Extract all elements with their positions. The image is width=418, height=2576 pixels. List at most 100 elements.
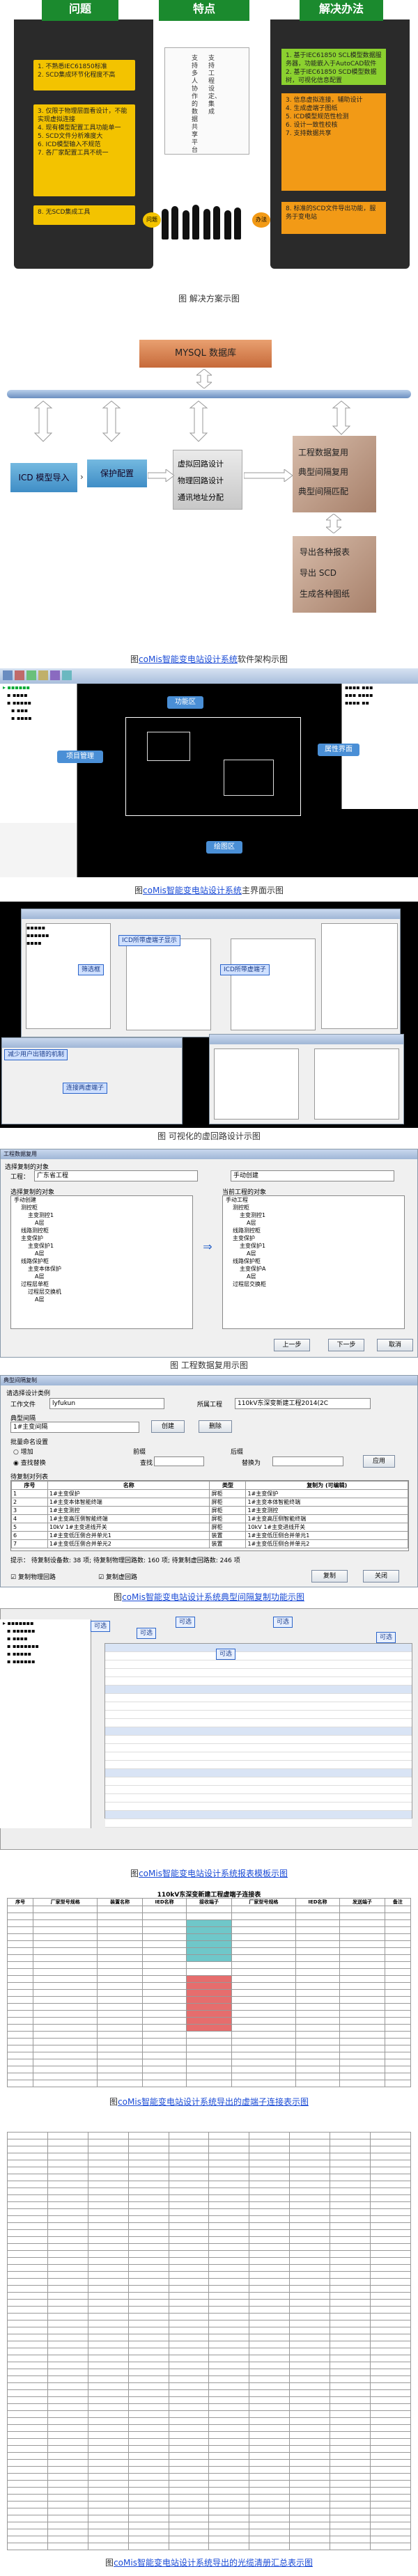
grid-row[interactable] (105, 1752, 412, 1761)
table-row (7, 2236, 411, 2244)
table-row (7, 2403, 411, 2411)
solution-box-2: 3. 信息虚拟连接，辅助设计 4. 生成虚端子图纸 5. ICD模型规范性检测 … (281, 93, 386, 191)
table-cell: 4 (11, 1514, 48, 1523)
table-row (7, 2201, 411, 2209)
table-cell[interactable]: 1#主变保护 (245, 1489, 408, 1498)
next-button[interactable]: 下一步 (328, 1339, 364, 1351)
solution-item: 6. 设计一致性校核 (286, 122, 338, 129)
table-row[interactable]: 2 1#主变本体智能终端 屏柜 1#主变本体智能终端 (11, 1498, 408, 1507)
icd-import-box: ICD 模型导入 (10, 463, 77, 492)
table-cell[interactable]: 1#主变高压侧智能终端 (245, 1514, 408, 1523)
table-row (7, 2438, 411, 2446)
project-select[interactable]: 广东省工程 (34, 1170, 198, 1181)
grid-row[interactable] (105, 1660, 412, 1669)
copy-tree[interactable]: 手动创建 测控柜 主变测控1 A层 线路测控柜 主变保护 主变保护1 A层 线路… (10, 1195, 193, 1329)
export-line: 导出 SCD (300, 568, 337, 578)
find-input[interactable] (154, 1456, 204, 1466)
problem-item: 7. 各厂家配置工具不统一 (38, 150, 109, 157)
cancel-button[interactable]: 取消 (377, 1339, 413, 1351)
target-select[interactable]: 手动创建 (231, 1170, 394, 1181)
caption-project-reuse: 图 工程数据复用示图 (170, 1360, 248, 1370)
grid-row[interactable] (105, 1786, 412, 1794)
grid-row[interactable] (105, 1644, 412, 1652)
db-box: MYSQL 数据库 (139, 340, 272, 368)
callout-optional: 可选 (273, 1617, 293, 1628)
delete-button[interactable]: 删除 (199, 1420, 232, 1433)
table-row (7, 2153, 411, 2160)
close-button[interactable]: 关闭 (363, 1570, 399, 1582)
grid-row[interactable] (105, 1744, 412, 1752)
table-row (7, 2543, 411, 2550)
grid-row[interactable] (105, 1794, 412, 1803)
table-row[interactable]: 6 1#主变低压侧合并单元1 装置 1#主变低压侧合并单元1 (11, 1531, 408, 1540)
table-row[interactable]: 4 1#主变高压侧智能终端 屏柜 1#主变高压侧智能终端 (11, 1514, 408, 1523)
table-row (7, 2222, 411, 2230)
copy-button[interactable]: 复制 (311, 1570, 348, 1582)
prev-button[interactable]: 上一步 (274, 1339, 310, 1351)
grid-row[interactable] (105, 1719, 412, 1727)
table-row (7, 2264, 411, 2272)
check-physical[interactable]: ☑ 复制物理回路 (10, 1572, 56, 1581)
table-row[interactable]: 7 1#主变低压侧合并单元2 装置 1#主变低压侧合并单元2 (11, 1539, 408, 1548)
grid-row[interactable] (105, 1677, 412, 1686)
typical-select[interactable]: 1#主变间隔 (10, 1422, 139, 1433)
grid-row[interactable] (105, 1761, 412, 1769)
grid-row[interactable] (105, 1686, 412, 1694)
grid-row[interactable] (105, 1803, 412, 1811)
grid-row[interactable] (105, 1669, 412, 1677)
grid-row[interactable] (105, 1819, 412, 1828)
apply-button[interactable]: 应用 (363, 1455, 395, 1468)
create-button[interactable]: 创建 (151, 1420, 185, 1433)
problem-item: 8. 无SCD集成工具 (38, 209, 91, 216)
table-cell[interactable]: 10kV 1#主变进线开关 (245, 1523, 408, 1532)
caption-typical-copy: 图coMis智能变电站设计系统典型间隔复制功能示图 (114, 1592, 304, 1602)
table-row (6, 1954, 412, 1962)
radio-add[interactable]: ○ 增加 (13, 1447, 33, 1456)
template-grid[interactable] (104, 1643, 412, 1828)
table-row[interactable]: 5 10kV 1#主变进线开关 屏柜 10kV 1#主变进线开关 (11, 1523, 408, 1532)
grid-row[interactable] (105, 1694, 412, 1702)
table-row (6, 2010, 412, 2018)
project-select[interactable]: 110kV东深变新建工程2014(2C (235, 1398, 371, 1409)
find-label: 查找 (140, 1460, 153, 1467)
target-tree[interactable]: 手动工程 测控柜 主变测控1 A层 线路测控柜 主变保护 主变保护1 A层 线路… (222, 1195, 405, 1329)
table-row[interactable]: 3 1#主变测控 屏柜 1#主变测控 (11, 1506, 408, 1515)
grid-row[interactable] (105, 1777, 412, 1786)
drawing-area[interactable] (125, 717, 301, 816)
radio-replace[interactable]: ◉ 查找替换 (13, 1458, 46, 1467)
problem-item: 4. 现有模型配置工具功能单一 (38, 125, 121, 132)
table-cell[interactable]: 1#主变本体智能终端 (245, 1498, 408, 1507)
table-cell[interactable]: 1#主变低压侧合并单元1 (245, 1531, 408, 1540)
table-row (7, 2445, 411, 2453)
table-cell[interactable]: 1#主变低压侧合并单元2 (245, 1539, 408, 1548)
table-row (7, 2306, 411, 2314)
station-select[interactable]: lyfukun (49, 1398, 164, 1409)
export-line: 生成各种图纸 (300, 589, 350, 599)
project-line: 典型间隔匹配 (298, 487, 349, 496)
col-type: 类型 (209, 1481, 247, 1490)
check-virtual[interactable]: ☑ 复制虚回路 (98, 1572, 137, 1581)
grid-row[interactable] (105, 1711, 412, 1719)
replace-input[interactable] (272, 1456, 343, 1466)
header-problem: 问题 (42, 0, 118, 21)
table-row (7, 2278, 411, 2286)
table-row (6, 2003, 412, 2011)
loop-dialog-3[interactable] (209, 1034, 404, 1124)
table-cell: 1 (11, 1489, 48, 1498)
grid-row[interactable] (105, 1652, 412, 1660)
table-row (7, 2292, 411, 2300)
grid-row[interactable] (105, 1727, 412, 1736)
ribbon-toolbar[interactable] (0, 668, 418, 684)
table-cell: 5 (11, 1523, 48, 1532)
solution-item: 7. 支持数据共享 (286, 130, 332, 137)
grid-row[interactable] (105, 1769, 412, 1777)
grid-row[interactable] (105, 1736, 412, 1744)
table-row[interactable]: 1 1#主变保护 屏柜 1#主变保护 (11, 1489, 408, 1498)
table-cell[interactable]: 1#主变测控 (245, 1506, 408, 1515)
grid-row[interactable] (105, 1811, 412, 1819)
template-tree[interactable]: ▸ ▪▪▪▪▪▪▪ ▪ ▪▪▪▪▪▪ ▪ ▪▪▪▪ ▪ ▪▪▪▪▪▪▪ ▪ ▪▪▪▪▪ ▪… (0, 1619, 91, 1828)
transfer-arrow-icon[interactable]: ⇒ (199, 1240, 217, 1261)
grid-row[interactable] (105, 1702, 412, 1711)
virtual-line: 物理回路设计 (178, 476, 224, 485)
copy-list-table[interactable]: 序号 名称 类型 复制为 (可编辑) 1 1#主变保护 屏柜 1#主变保护 2 1#主变本… (10, 1480, 409, 1551)
